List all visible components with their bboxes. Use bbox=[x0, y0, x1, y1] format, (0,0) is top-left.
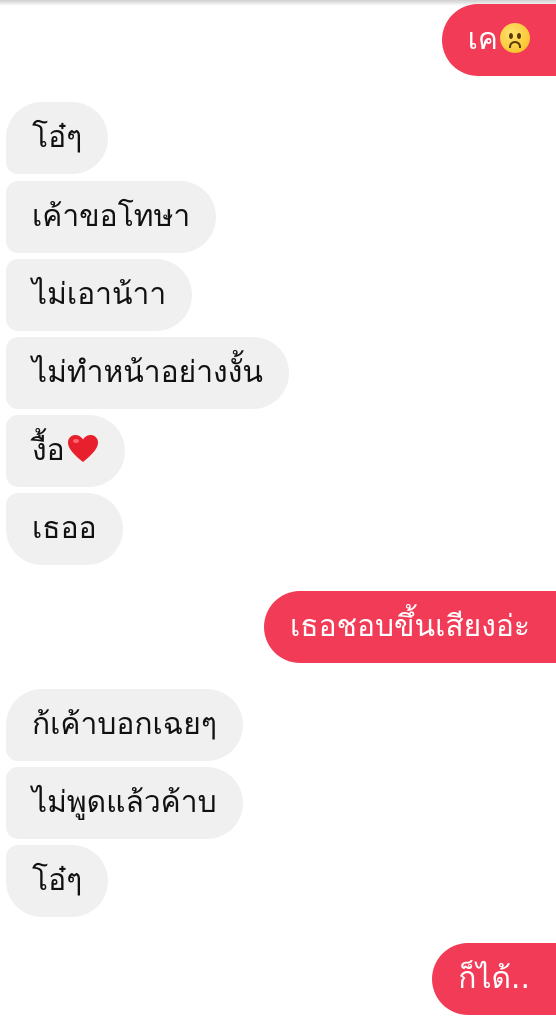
incoming-message[interactable]: ไม่เอาน้าา bbox=[6, 259, 193, 331]
incoming-message[interactable]: เธออ bbox=[6, 493, 123, 565]
incoming-message[interactable]: โอ๋ๆ bbox=[6, 845, 109, 917]
message-text: เธอชอบขึ้นเสียงอ่ะ bbox=[290, 609, 530, 644]
incoming-message[interactable]: ก้เค้าบอกเฉยๆ bbox=[6, 689, 243, 761]
message-text: โอ๋ๆ bbox=[32, 863, 83, 898]
message-text: ไม่เอาน้าา bbox=[32, 277, 167, 312]
message-text: ก็ได้.. bbox=[458, 961, 530, 996]
chat-thread[interactable]: เค โอ๋ๆ เค้าขอโทษา ไม่เอาน้าา ไม่ทำหน้าอ… bbox=[0, 0, 556, 1020]
message-text: เธออ bbox=[32, 511, 97, 546]
incoming-message[interactable]: โอ๋ๆ bbox=[6, 102, 109, 174]
outgoing-message[interactable]: เธอชอบขึ้นเสียงอ่ะ bbox=[264, 591, 556, 663]
red-heart-emoji-icon bbox=[67, 434, 99, 464]
incoming-message[interactable]: งื้อ bbox=[6, 415, 125, 487]
outgoing-message[interactable]: ก็ได้.. bbox=[432, 943, 556, 1015]
message-text: ก้เค้าบอกเฉยๆ bbox=[32, 707, 217, 742]
message-text: โอ๋ๆ bbox=[32, 120, 83, 155]
message-text: เค bbox=[467, 22, 498, 57]
message-text: ไม่พูดแล้วค้าบ bbox=[32, 785, 217, 820]
message-text: งื้อ bbox=[32, 433, 65, 468]
outgoing-message[interactable]: เค bbox=[441, 4, 556, 76]
frowning-face-emoji-icon bbox=[500, 22, 530, 53]
incoming-message[interactable]: เค้าขอโทษา bbox=[6, 181, 217, 253]
message-text: เค้าขอโทษา bbox=[32, 199, 191, 234]
incoming-message[interactable]: ไม่ทำหน้าอย่างงั้น bbox=[6, 337, 289, 409]
incoming-message[interactable]: ไม่พูดแล้วค้าบ bbox=[6, 767, 243, 839]
message-text: ไม่ทำหน้าอย่างงั้น bbox=[32, 355, 263, 390]
